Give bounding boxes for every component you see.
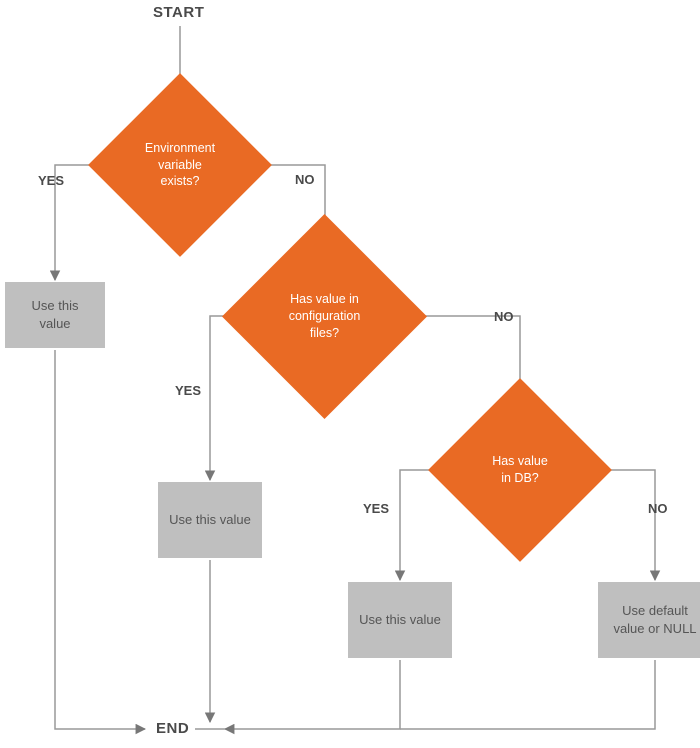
decision-config: Has value inconfigurationfiles? [252,244,397,389]
start-label: START [153,4,204,21]
flowchart: START END YES NO YES NO YES NO Environme… [0,0,700,748]
decision-env-var: Environmentvariableexists? [115,100,245,230]
edge-d2-no: NO [494,309,514,324]
edge-d2-yes: YES [175,383,201,398]
decision-db-text: Has valuein DB? [455,405,585,535]
process-use-default: Use defaultvalue or NULL [598,582,700,658]
decision-config-text: Has value inconfigurationfiles? [252,244,397,389]
process-use-db: Use this value [348,582,452,658]
edge-d1-yes: YES [38,173,64,188]
edge-d3-no: NO [648,501,668,516]
edge-d1-no: NO [295,172,315,187]
decision-env-var-text: Environmentvariableexists? [115,100,245,230]
process-use-env: Use this value [5,282,105,348]
decision-db: Has valuein DB? [455,405,585,535]
process-use-config: Use this value [158,482,262,558]
end-label: END [156,720,189,737]
edge-d3-yes: YES [363,501,389,516]
